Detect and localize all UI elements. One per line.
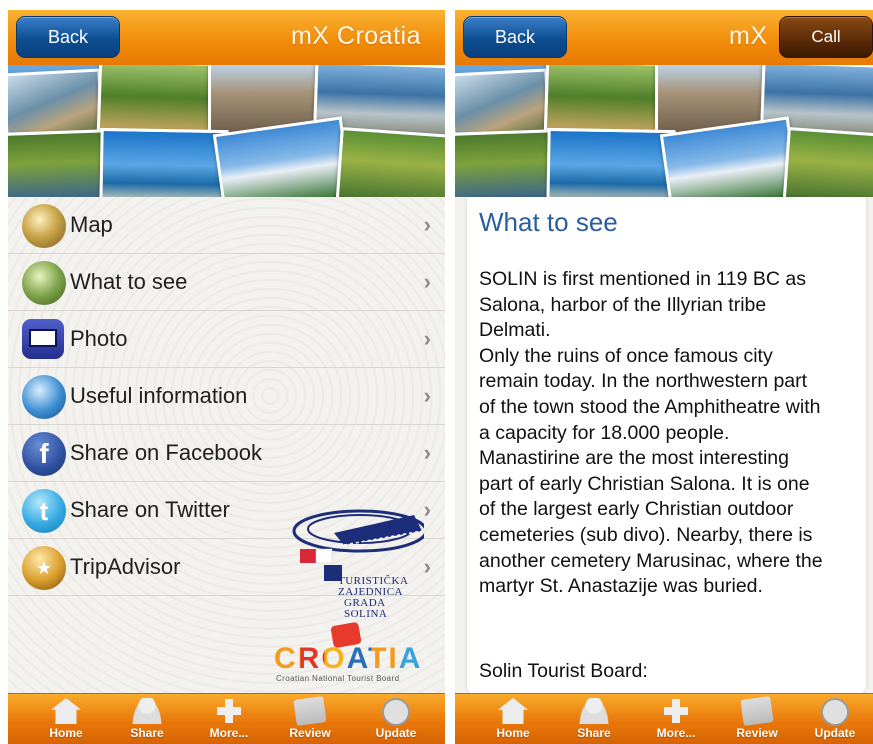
back-button[interactable]: Back (463, 16, 567, 58)
menu-item-photo[interactable]: Photo › (8, 311, 445, 368)
home-icon (51, 698, 81, 724)
call-button[interactable]: Call (779, 16, 873, 58)
header-bar: Back mX C Call (455, 10, 873, 65)
update-icon (821, 698, 849, 726)
collage-photo (99, 127, 229, 197)
share-person-icon (579, 698, 609, 724)
map-icon (22, 204, 66, 248)
tab-share[interactable]: Share (109, 696, 185, 742)
chevron-right-icon: › (423, 326, 431, 351)
facebook-icon: f (22, 432, 66, 476)
photo-collage-banner (455, 65, 873, 197)
film-icon (22, 319, 64, 359)
tab-label: Update (375, 726, 417, 740)
chevron-right-icon: › (423, 212, 431, 237)
menu-item-label: Useful information (70, 383, 248, 408)
menu-item-share-facebook[interactable]: f Share on Facebook › (8, 425, 445, 482)
tab-label: Share (577, 726, 611, 740)
share-person-icon (132, 698, 162, 724)
tab-label: Share (130, 726, 164, 740)
app-title: mX C (729, 22, 775, 50)
plus-icon (214, 698, 244, 724)
magnifier-icon (22, 261, 66, 305)
collage-photo (8, 129, 114, 197)
plus-icon (661, 698, 691, 724)
chevron-right-icon: › (423, 497, 431, 522)
tab-review[interactable]: Review (272, 696, 348, 742)
chevron-right-icon: › (423, 383, 431, 408)
info-icon (22, 375, 66, 419)
collage-photo (782, 127, 873, 197)
tab-bar: Home Share More... Review Update (8, 693, 445, 744)
chevron-right-icon: › (423, 440, 431, 465)
tab-label: More... (209, 726, 249, 740)
chevron-right-icon: › (423, 269, 431, 294)
menu-item-label: What to see (70, 269, 188, 294)
menu-item-useful-information[interactable]: Useful information › (8, 368, 445, 425)
tab-update[interactable]: Update (797, 696, 873, 742)
tab-home[interactable]: Home (475, 696, 551, 742)
tab-share[interactable]: Share (556, 696, 632, 742)
section-title: What to see (479, 207, 618, 237)
tab-bar: Home Share More... Review Update (455, 693, 873, 744)
section-body-text: SOLIN is first mentioned in 119 BC as Sa… (479, 268, 823, 598)
logo-line: SOLINA (344, 608, 388, 620)
tab-label: Review (289, 726, 331, 740)
collage-photo (543, 65, 665, 136)
review-icon (740, 696, 774, 726)
collage-photo (96, 65, 218, 136)
tab-label: Home (49, 726, 83, 740)
croatia-logo: CROATIA Croatian National Tourist Board (274, 621, 434, 684)
croatia-wordmark: CROATIA (274, 642, 423, 675)
menu-item-label: TripAdvisor (70, 554, 181, 579)
menu-item-label: Photo (70, 326, 128, 351)
section-footer-text: Solin Tourist Board: (479, 660, 648, 682)
menu-item-label: Share on Twitter (70, 497, 230, 522)
tab-update[interactable]: Update (358, 696, 434, 742)
collage-photo (546, 127, 676, 197)
menu-item-what-to-see[interactable]: What to see › (8, 254, 445, 311)
twitter-icon: t (22, 489, 66, 533)
app-title: mX Croatia (290, 22, 421, 50)
menu-item-label: Share on Facebook (70, 440, 263, 465)
update-icon (382, 698, 410, 726)
chevron-right-icon: › (423, 554, 431, 579)
collage-photo (335, 127, 445, 197)
content-panel[interactable]: What to see SOLIN is first mentioned in … (467, 197, 866, 694)
tripadvisor-icon: ★ (22, 546, 66, 590)
tourist-board-text: TURISTIČKA ZAJEDNICA GRADA SOLINA (338, 576, 408, 620)
croatia-tagline: Croatian National Tourist Board (276, 674, 400, 683)
home-icon (498, 698, 528, 724)
menu-item-map[interactable]: Map › (8, 197, 445, 254)
left-screen: Back mX Croatia Map › What to see › Phot… (8, 10, 445, 744)
header-bar: Back mX Croatia (8, 10, 445, 65)
tab-home[interactable]: Home (28, 696, 104, 742)
collage-photo (455, 129, 561, 197)
review-icon (293, 696, 327, 726)
back-button[interactable]: Back (16, 16, 120, 58)
tab-label: Home (496, 726, 530, 740)
tab-more[interactable]: More... (191, 696, 267, 742)
menu-item-label: Map (70, 212, 113, 237)
tab-review[interactable]: Review (719, 696, 795, 742)
tab-label: More... (656, 726, 696, 740)
tab-label: Review (736, 726, 778, 740)
tab-label: Update (814, 726, 856, 740)
photo-collage-banner (8, 65, 445, 197)
tab-more[interactable]: More... (638, 696, 714, 742)
right-screen: Back mX C Call What to see SOLIN is firs… (455, 10, 873, 744)
